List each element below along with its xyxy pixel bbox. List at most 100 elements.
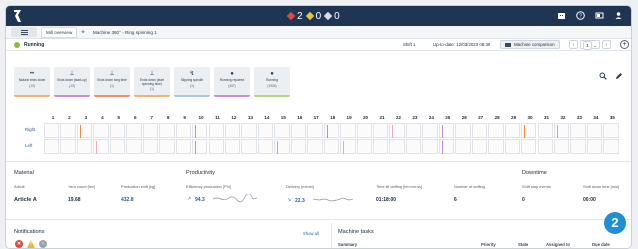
spindle-cell[interactable] <box>471 139 488 154</box>
spindle-cell[interactable] <box>274 123 290 138</box>
spindle-cell[interactable] <box>553 139 570 154</box>
error-icon[interactable]: ✕ <box>15 240 23 248</box>
spindle-cell[interactable] <box>438 123 455 138</box>
spindle-cell[interactable] <box>405 139 422 154</box>
spindle-cell[interactable] <box>603 139 619 154</box>
spindle-cell[interactable] <box>109 139 126 154</box>
spindle-cell[interactable] <box>175 139 192 154</box>
yellow-counter[interactable]: 0 <box>305 11 321 22</box>
column-summary[interactable]: Summary <box>338 242 357 247</box>
spindle-cell[interactable] <box>224 123 241 138</box>
state-card[interactable]: ⊥ Ends down long time (1) <box>94 67 130 97</box>
spindle-cell[interactable] <box>93 123 109 138</box>
spindle-cell[interactable] <box>504 123 521 138</box>
column-priority[interactable]: Priority <box>481 242 496 247</box>
state-card[interactable]: ⊥ Ends down (start spinning time) (1) <box>134 67 170 97</box>
spindle-cell[interactable] <box>159 139 175 154</box>
red-counter[interactable]: 2 <box>286 11 303 22</box>
spindle-cell[interactable] <box>504 139 521 154</box>
state-card[interactable]: ⊥ Ends down (start-up) (13) <box>54 67 90 97</box>
column-state[interactable]: State <box>518 242 528 247</box>
state-card[interactable]: •• Natural ends down (13) <box>14 67 50 97</box>
alarm-counters[interactable]: 2 0 0 <box>286 9 340 23</box>
spindle-cell[interactable] <box>356 139 372 154</box>
spindle-cell[interactable] <box>274 139 290 154</box>
spindle-cell[interactable] <box>192 123 208 138</box>
search-icon[interactable] <box>599 72 607 80</box>
user-icon[interactable] <box>614 11 623 20</box>
warning-icon[interactable]: ! <box>27 240 35 248</box>
spindle-cell[interactable] <box>405 123 422 138</box>
spindle-cell[interactable] <box>570 123 586 138</box>
menu-button[interactable] <box>11 27 37 37</box>
spindle-cell[interactable] <box>389 139 405 154</box>
spindle-cell[interactable] <box>488 139 504 154</box>
spindle-cell[interactable] <box>488 123 504 138</box>
spindle-cell[interactable] <box>307 139 323 154</box>
spindle-cell[interactable] <box>60 123 76 138</box>
spindle-cell[interactable] <box>537 139 553 154</box>
spindle-cell[interactable] <box>537 123 553 138</box>
spindle-cell[interactable] <box>257 123 274 138</box>
help-icon[interactable]: ? <box>576 11 585 20</box>
state-card[interactable]: ● Running (1934) <box>254 67 290 97</box>
spindle-cell[interactable] <box>208 123 224 138</box>
spindle-cell[interactable] <box>290 139 307 154</box>
app-logo[interactable] <box>13 9 22 23</box>
spindle-cell[interactable] <box>586 139 603 154</box>
spindle-cell[interactable] <box>290 123 307 138</box>
spindle-cell[interactable] <box>521 123 537 138</box>
spindle-cell[interactable] <box>389 123 405 138</box>
info-icon[interactable]: ○ <box>39 240 47 248</box>
spindle-cell[interactable] <box>422 123 438 138</box>
page-select[interactable]: 1 ⌄ <box>580 40 601 50</box>
spindle-cell[interactable] <box>126 139 142 154</box>
spindle-cell[interactable] <box>76 139 93 154</box>
spindle-cell[interactable] <box>93 139 109 154</box>
spindle-cell[interactable] <box>192 139 208 154</box>
spindle-cell[interactable] <box>44 123 60 138</box>
machine-comparison-button[interactable]: Machine comparison <box>500 40 560 49</box>
spindle-cell[interactable] <box>438 139 455 154</box>
spindle-cell[interactable] <box>44 139 60 154</box>
spindle-cell[interactable] <box>373 123 389 138</box>
spindle-cell[interactable] <box>323 139 340 154</box>
spindle-cell[interactable] <box>257 139 274 154</box>
spindle-cell[interactable] <box>340 139 356 154</box>
spindle-cell[interactable] <box>175 123 192 138</box>
column-assigned-to[interactable]: Assigned to <box>546 242 570 247</box>
spindle-cell[interactable] <box>521 139 537 154</box>
spindle-cell[interactable] <box>60 139 76 154</box>
pen-icon[interactable] <box>615 72 623 80</box>
spindle-cell[interactable] <box>208 139 224 154</box>
grey-counter[interactable]: 0 <box>323 11 340 22</box>
spindle-cell[interactable] <box>586 123 603 138</box>
spindle-cell[interactable] <box>570 139 586 154</box>
spindle-cell[interactable] <box>603 123 619 138</box>
dashboard-icon[interactable] <box>595 11 604 20</box>
spindle-cell[interactable] <box>307 123 323 138</box>
spindle-cell[interactable] <box>422 139 438 154</box>
spindle-cell[interactable] <box>340 123 356 138</box>
next-page-button[interactable]: › <box>602 40 612 49</box>
spindle-cell[interactable] <box>455 123 471 138</box>
spindle-cell[interactable] <box>323 123 340 138</box>
show-all-link[interactable]: Show all <box>303 231 319 236</box>
spindle-cell[interactable] <box>159 123 175 138</box>
state-card[interactable]: ● Running repaired (457) <box>214 67 250 97</box>
spindle-cell[interactable] <box>553 123 570 138</box>
breadcrumb-machine[interactable]: Machine 360° - Ring spinning 1 <box>89 28 161 37</box>
column-due-date[interactable]: Due date <box>592 242 610 247</box>
add-icon[interactable]: + <box>620 40 629 49</box>
spindle-cell[interactable] <box>126 123 142 138</box>
spindle-cell[interactable] <box>76 123 93 138</box>
spindle-cell[interactable] <box>471 123 488 138</box>
breadcrumb-mill-overview[interactable]: Mill overview <box>41 26 78 38</box>
spindle-cell[interactable] <box>142 123 159 138</box>
state-card[interactable]: ↯ Slipping spindle (1) <box>174 67 210 97</box>
prev-page-button[interactable]: ‹ <box>569 40 578 49</box>
spindle-cell[interactable] <box>373 139 389 154</box>
spindle-cell[interactable] <box>109 123 126 138</box>
spindle-cell[interactable] <box>241 139 257 154</box>
spindle-cell[interactable] <box>142 139 159 154</box>
